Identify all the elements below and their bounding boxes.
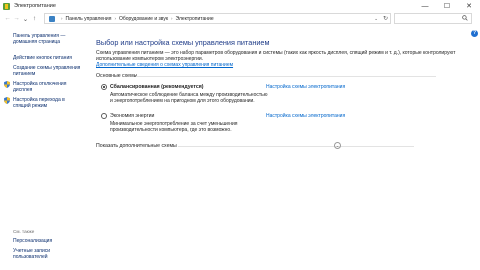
address-dropdown-icon[interactable]: ⌄ (374, 16, 378, 22)
show-more-divider (178, 146, 414, 147)
plan-settings-link[interactable]: Настройка схемы электропитания (266, 113, 345, 119)
plan-radio-balanced[interactable] (101, 84, 107, 90)
breadcrumb-separator: › (114, 16, 116, 21)
see-also-personalization[interactable]: Персонализация (13, 238, 73, 244)
sidebar-item-create-plan[interactable]: Создание схемы управления питанием (13, 65, 83, 78)
title-bar: Электропитание — ☐ ✕ (0, 0, 480, 12)
help-button[interactable]: ? (471, 30, 478, 37)
maximize-button[interactable]: ☐ (436, 0, 458, 12)
more-info-link[interactable]: Дополнительные сведения о схемах управле… (96, 62, 233, 68)
breadcrumb-control-panel[interactable]: Панель управления (66, 16, 112, 22)
recent-locations-button[interactable]: ⌄ (21, 13, 30, 24)
search-input[interactable] (394, 13, 472, 24)
sidebar-item-sleep[interactable]: Настройка перехода в спящий режим (13, 97, 73, 110)
shield-icon (4, 97, 10, 104)
forward-button[interactable]: → (12, 13, 21, 24)
chevron-down-icon[interactable]: ⌄ (334, 142, 341, 149)
close-button[interactable]: ✕ (458, 0, 480, 12)
navigation-bar: ← → ⌄ ↑ › Панель управления › Оборудован… (0, 13, 480, 26)
plan-description: Минимальное энергопотребление за счет ум… (110, 121, 238, 134)
see-also-user-accounts[interactable]: Учетные записи пользователей (13, 248, 63, 261)
section-divider (136, 76, 436, 77)
breadcrumb-power-options[interactable]: Электропитание (176, 16, 214, 22)
sidebar-home-link[interactable]: Панель управления — домашняя страница (13, 33, 73, 46)
sidebar-item-power-buttons[interactable]: Действие кнопок питания (13, 55, 83, 61)
up-button[interactable]: ↑ (30, 13, 39, 24)
plan-name[interactable]: Экономия энергии (110, 113, 154, 119)
section-label: Основные схемы (96, 73, 138, 79)
search-icon (462, 15, 468, 21)
plan-radio-power-saver[interactable] (101, 113, 107, 119)
address-field[interactable]: › Панель управления › Оборудование и зву… (44, 13, 391, 24)
control-panel-icon (49, 15, 55, 22)
breadcrumb-separator: › (171, 16, 173, 21)
page-title: Выбор или настройка схемы управления пит… (96, 38, 270, 47)
plan-settings-link[interactable]: Настройка схемы электропитания (266, 84, 345, 90)
minimize-button[interactable]: — (414, 0, 436, 12)
breadcrumb-separator: › (61, 16, 63, 21)
power-options-icon (3, 2, 10, 10)
shield-icon (4, 81, 10, 88)
see-also-label: См. также (13, 229, 35, 234)
breadcrumb-hardware-sound[interactable]: Оборудование и звук (119, 16, 168, 22)
page-description: Схема управления питанием — это набор па… (96, 50, 456, 63)
window-title: Электропитание (14, 3, 56, 9)
window-controls: — ☐ ✕ (414, 0, 480, 12)
refresh-icon[interactable]: ↻ (383, 15, 388, 22)
back-button[interactable]: ← (3, 13, 12, 24)
sidebar: Панель управления — домашняя страница Де… (0, 30, 86, 270)
plan-description: Автоматическое соблюдение баланса между … (110, 92, 268, 105)
sidebar-item-display-off[interactable]: Настройка отключения дисплея (13, 81, 73, 94)
plan-name[interactable]: Сбалансированная (рекомендуется) (110, 84, 203, 90)
show-more-plans-label[interactable]: Показать дополнительные схемы (96, 143, 177, 149)
